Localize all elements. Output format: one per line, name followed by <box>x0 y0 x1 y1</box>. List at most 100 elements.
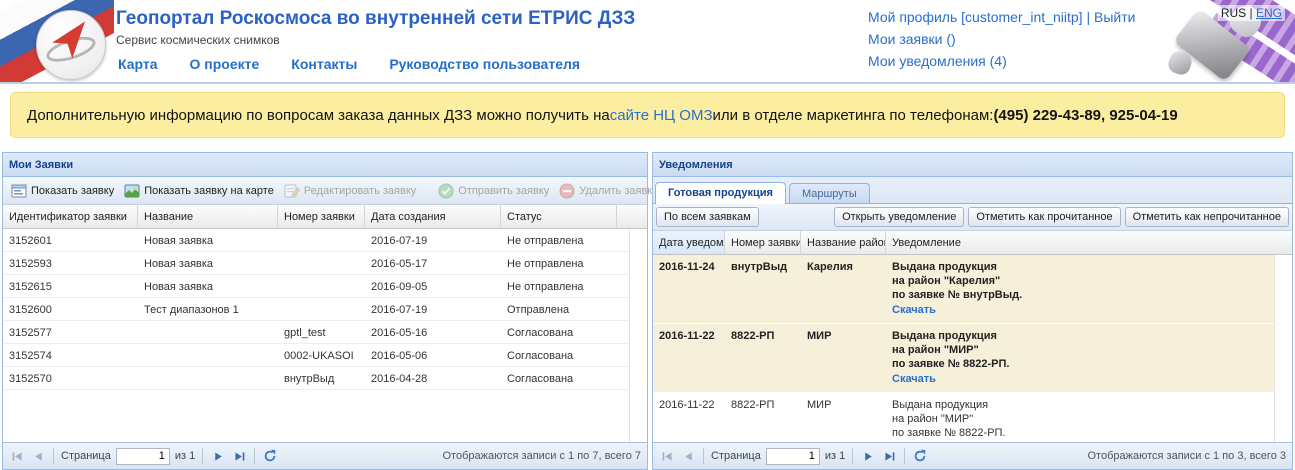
my-requests-link[interactable]: Мои заявки () <box>868 31 956 47</box>
table-row[interactable]: 3152600 Тест диапазонов 1 2016-07-19 Отп… <box>3 298 629 321</box>
tab-ready-products[interactable]: Готовая продукция <box>655 182 786 204</box>
pager-separator <box>53 448 54 464</box>
tab-routes[interactable]: Маршруты <box>788 183 870 203</box>
open-notification-button[interactable]: Открыть уведомление <box>834 207 965 227</box>
column-header-created[interactable]: Дата создания <box>365 205 501 228</box>
user-links: Мой профиль [customer_int_niitp] | Выйти… <box>868 6 1135 72</box>
cell-status: Отправлена <box>507 304 570 316</box>
delete-request-label: Удалить заявку <box>579 184 658 197</box>
cell-name: Новая заявка <box>144 281 214 293</box>
nav-item-manual[interactable]: Руководство пользователя <box>389 56 580 72</box>
nav-item-about[interactable]: О проекте <box>190 56 260 72</box>
top-bar: Геопортал Роскосмоса во внутренней сети … <box>0 0 1295 84</box>
message-line: на район "МИР" <box>892 413 974 425</box>
all-requests-button[interactable]: По всем заявкам <box>656 207 759 227</box>
cell-status: Не отправлена <box>507 235 584 247</box>
mark-read-button[interactable]: Отметить как прочитанное <box>968 207 1121 227</box>
lang-separator: | <box>1246 6 1256 20</box>
requests-pagination: Страница из 1 Отображаются записи с 1 по… <box>3 442 647 469</box>
requests-panel: Мои Заявки Показать заявку Показать заяв… <box>2 152 658 470</box>
notification-row[interactable]: 2016-11-22 8822-РП МИР Выдана продукция … <box>653 393 1274 442</box>
table-row[interactable]: 3152601 Новая заявка 2016-07-19 Не отпра… <box>3 229 629 252</box>
my-profile-link[interactable]: Мой профиль [customer_int_niitp] <box>868 9 1083 25</box>
table-row[interactable]: 3152570 внутрВыд 2016-04-28 Согласована <box>3 367 629 390</box>
column-header-district[interactable]: Название района <box>801 231 886 254</box>
column-header-id[interactable]: Идентификатор заявки <box>3 205 138 228</box>
cell-name <box>138 321 278 343</box>
lang-eng[interactable]: ENG <box>1256 6 1282 20</box>
page-label: Страница <box>711 450 761 462</box>
next-page-icon[interactable] <box>210 448 226 464</box>
show-request-button[interactable]: Показать заявку <box>7 181 118 201</box>
prev-page-icon[interactable] <box>30 448 46 464</box>
cell-number <box>278 298 365 320</box>
cell-id: 3152601 <box>9 235 52 247</box>
cell-created: 2016-05-17 <box>371 258 428 270</box>
refresh-icon[interactable] <box>912 448 928 464</box>
first-page-icon[interactable] <box>659 448 675 464</box>
cell-number: 8822-РП <box>731 330 775 342</box>
cell-number: внутрВыд <box>284 373 335 385</box>
page-input[interactable] <box>765 447 820 465</box>
message-line: по заявке № 8822-РП. <box>892 427 1006 439</box>
my-notifications-link[interactable]: Мои уведомления (4) <box>868 53 1007 69</box>
mark-unread-button[interactable]: Отметить как непрочитанное <box>1124 207 1289 227</box>
send-request-button[interactable]: Отправить заявку <box>434 181 553 201</box>
form-icon <box>11 183 27 199</box>
message-line: по заявке № 8822-РП. <box>892 358 1010 370</box>
cell-message: Выдана продукция на район "МИР" по заявк… <box>886 329 1274 386</box>
cell-name: Новая заявка <box>144 258 214 270</box>
cell-status: Не отправлена <box>507 258 584 270</box>
show-request-on-map-button[interactable]: Показать заявку на карте <box>120 181 278 201</box>
table-row[interactable]: 3152615 Новая заявка 2016-09-05 Не отпра… <box>3 275 629 298</box>
column-header-date[interactable]: Дата уведомл... <box>653 231 725 254</box>
logout-link[interactable]: Выйти <box>1094 9 1135 25</box>
notifications-grid-header: Дата уведомл... Номер заявки Название ра… <box>653 231 1292 255</box>
requests-grid: Идентификатор заявки Название Номер заяв… <box>3 205 647 442</box>
first-page-icon[interactable] <box>9 448 25 464</box>
cell-created: 2016-05-16 <box>371 327 428 339</box>
cell-message: Выдана продукция на район "МИР" по заявк… <box>886 398 1274 442</box>
cell-status: Согласована <box>507 327 574 339</box>
nav-item-contacts[interactable]: Контакты <box>291 56 357 72</box>
roscosmos-emblem-icon <box>36 10 106 80</box>
refresh-icon[interactable] <box>262 448 278 464</box>
table-row[interactable]: 3152574 0002-UKASOI 2016-05-06 Согласова… <box>3 344 629 367</box>
lang-rus[interactable]: RUS <box>1221 6 1246 20</box>
last-page-icon[interactable] <box>231 448 247 464</box>
notification-row[interactable]: 2016-11-24 внутрВыд Карелия Выдана проду… <box>653 255 1274 324</box>
download-link[interactable]: Скачать <box>892 303 936 317</box>
column-header-number[interactable]: Номер заявки <box>725 231 801 254</box>
cell-id: 3152574 <box>9 350 52 362</box>
omz-site-link[interactable]: сайте НЦ ОМЗ <box>610 107 713 124</box>
records-summary: Отображаются записи с 1 по 7, всего 7 <box>442 450 642 462</box>
next-page-icon[interactable] <box>860 448 876 464</box>
cell-message: Выдана продукция на район "Карелия" по з… <box>886 260 1274 317</box>
prev-page-icon[interactable] <box>680 448 696 464</box>
nav-item-map[interactable]: Карта <box>118 56 158 72</box>
table-row[interactable]: 3152593 Новая заявка 2016-05-17 Не отпра… <box>3 252 629 275</box>
delete-request-button[interactable]: Удалить заявку <box>555 181 661 201</box>
links-separator: | <box>1082 9 1094 25</box>
page-input[interactable] <box>115 447 170 465</box>
notifications-panel-title: Уведомления <box>653 153 1292 177</box>
cell-name: Новая заявка <box>144 235 214 247</box>
last-page-icon[interactable] <box>881 448 897 464</box>
cell-created: 2016-07-19 <box>371 235 428 247</box>
cell-status: Согласована <box>507 373 574 385</box>
column-header-status[interactable]: Статус <box>501 205 617 228</box>
download-link[interactable]: Скачать <box>892 372 936 386</box>
banner-text: Дополнительную информацию по вопросам за… <box>27 106 610 124</box>
column-header-name[interactable]: Название <box>138 205 278 228</box>
pager-separator <box>703 448 704 464</box>
pager-separator <box>202 448 204 464</box>
edit-pencil-icon <box>284 183 300 199</box>
edit-request-button[interactable]: Редактировать заявку <box>280 181 420 201</box>
notification-row[interactable]: 2016-11-22 8822-РП МИР Выдана продукция … <box>653 324 1274 393</box>
table-row[interactable]: 3152577 gptl_test 2016-05-16 Согласована <box>3 321 629 344</box>
column-header-message[interactable]: Уведомление <box>886 231 1292 254</box>
cell-district: Карелия <box>807 261 853 273</box>
green-check-icon <box>438 183 454 199</box>
column-header-number[interactable]: Номер заявки <box>278 205 365 228</box>
page-of-label: из 1 <box>174 450 196 462</box>
